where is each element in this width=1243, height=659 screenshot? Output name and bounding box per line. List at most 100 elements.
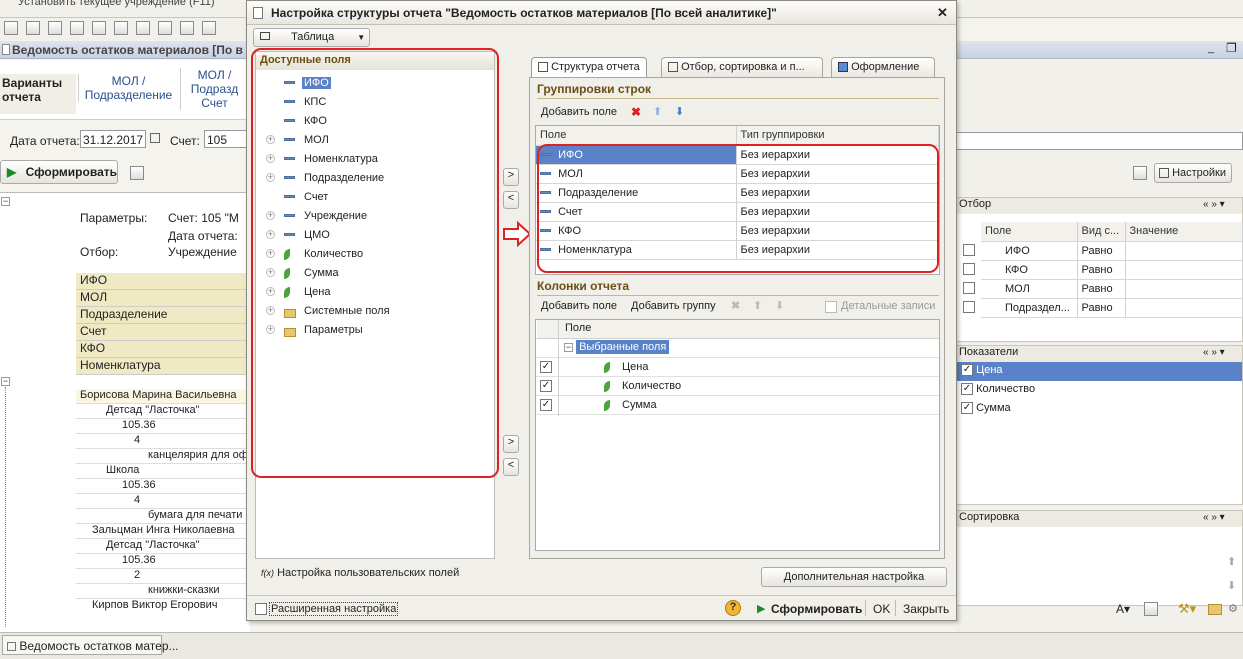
column-checkbox[interactable]: ✓	[540, 399, 552, 411]
filter-nav-icon[interactable]: « » ▾	[1203, 199, 1225, 210]
move-down-icon[interactable]: ⬇	[675, 105, 684, 118]
tab-mol-division-account[interactable]: МОЛ / Подразд Счет	[180, 68, 248, 110]
table-row[interactable]: КФО Равно	[981, 260, 1243, 280]
tools-icon[interactable]: ⚒▾	[1178, 601, 1196, 617]
delete-icon[interactable]: ✖	[631, 105, 641, 119]
move-down-icon[interactable]: ⬇	[775, 299, 784, 312]
toolbar-icon-3[interactable]	[48, 21, 62, 35]
move-left-columns-button[interactable]: <	[503, 458, 519, 476]
down-arrow-icon[interactable]: ⬇	[1227, 579, 1236, 592]
add-field-button[interactable]: Добавить поле	[541, 106, 617, 118]
indicators-panel: Показатели « » ▾ ✓ Цена ✓ Количество ✓ С…	[956, 345, 1243, 505]
filter-row-type: Равно	[1077, 298, 1126, 318]
help-icon[interactable]: ?	[725, 600, 741, 616]
toolbar-icon-2[interactable]	[26, 21, 40, 35]
filter-sort-icon	[668, 62, 678, 73]
expand-box[interactable]: −	[1, 377, 10, 386]
list-item[interactable]: ✓ Количество	[536, 377, 939, 396]
table-icon[interactable]	[1144, 602, 1158, 616]
custom-fields-link[interactable]: f(x) Настройка пользовательских полей	[261, 567, 459, 579]
footer-sep	[865, 600, 866, 616]
tab-mol-division[interactable]: МОЛ / Подразделение	[78, 74, 178, 102]
toolbar-icon-1[interactable]	[4, 21, 18, 35]
sort-nav-icon[interactable]: « » ▾	[1203, 512, 1225, 523]
detail-records-checkbox[interactable]	[825, 301, 837, 313]
tab-variants[interactable]: Варианты отчета	[0, 74, 76, 114]
column-checkbox[interactable]: ✓	[540, 361, 552, 373]
filter-checkbox[interactable]	[963, 263, 975, 275]
form-button[interactable]: Сформировать	[771, 602, 862, 616]
indicator-checkbox[interactable]: ✓	[961, 383, 973, 396]
move-left-button[interactable]: <	[503, 191, 519, 209]
up-arrow-icon[interactable]: ⬆	[1227, 555, 1236, 568]
table-row[interactable]: МОЛ Равно	[981, 279, 1243, 299]
collapse-icon[interactable]: −	[1, 197, 10, 206]
add-group-button[interactable]: Добавить группу	[631, 300, 716, 312]
list-item[interactable]: ✓ Количество	[957, 381, 1242, 400]
font-icon[interactable]: A▾	[1116, 602, 1130, 616]
tab-filter-sort[interactable]: Отбор, сортировка и п...	[661, 57, 823, 77]
tab-structure[interactable]: Структура отчета	[531, 57, 647, 78]
form-report-button[interactable]: ▶ Сформировать	[0, 160, 118, 184]
move-right-columns-button[interactable]: >	[503, 435, 519, 453]
collapse-icon[interactable]: −	[564, 342, 573, 352]
toolbar-icon-5[interactable]	[92, 21, 106, 35]
account-label: Счет:	[170, 134, 200, 148]
close-icon[interactable]: ✕	[937, 5, 948, 21]
date-field[interactable]: 31.12.2017	[80, 130, 146, 148]
toolbar-icon-8[interactable]	[158, 21, 172, 35]
delete-icon[interactable]: ✖	[731, 299, 740, 312]
structure-icon	[538, 62, 548, 73]
group-headers: ИФО МОЛ Подразделение Счет КФО Номенклат…	[76, 273, 250, 375]
row-groups-toolbar: Добавить поле ✖ ⬆ ⬇	[541, 105, 939, 123]
list-item[interactable]: ✓ Сумма	[957, 400, 1242, 419]
move-up-icon[interactable]: ⬆	[753, 299, 762, 312]
dialog-icon	[253, 7, 263, 19]
add-column-field-button[interactable]: Добавить поле	[541, 300, 617, 312]
filter-row-type: Равно	[1077, 279, 1126, 299]
account-field[interactable]: 105 "Ма	[204, 130, 250, 148]
minimize-icon[interactable]: _	[1208, 42, 1214, 54]
report-row: книжки-сказки	[76, 584, 250, 599]
selected-fields-label: Выбранные поля	[576, 340, 670, 354]
list-item[interactable]: ✓ Цена	[957, 362, 1242, 381]
tab-appearance[interactable]: Оформление	[831, 57, 935, 77]
filter-row-field: КФО	[981, 260, 1078, 280]
toolbar-icon-9[interactable]	[180, 21, 194, 35]
table-row[interactable]: Подраздел... Равно	[981, 298, 1243, 318]
gear-icon[interactable]: ⚙	[1228, 602, 1238, 615]
list-item[interactable]: − Выбранные поля	[536, 339, 939, 358]
restore-icon[interactable]: ❐	[1226, 41, 1237, 55]
column-checkbox[interactable]: ✓	[540, 380, 552, 392]
view-select[interactable]: Таблица ▼	[253, 28, 370, 47]
close-button[interactable]: Закрыть	[903, 602, 949, 616]
report-area: − Параметры: Счет: 105 "М Дата отчета: О…	[0, 192, 250, 632]
filter-checkbox[interactable]	[963, 282, 975, 294]
table-row[interactable]: ИФО Равно	[981, 241, 1243, 261]
right-panel: Настройки Отбор « » ▾ Поле Вид с... Значен…	[956, 60, 1243, 632]
ok-button[interactable]: OK	[873, 602, 890, 616]
table-view-icon[interactable]	[1133, 166, 1147, 180]
toolbar-icon-10[interactable]	[202, 21, 216, 35]
toolbar-icon-4[interactable]	[70, 21, 84, 35]
filter-checkbox[interactable]	[963, 301, 975, 313]
folder-icon[interactable]	[1208, 604, 1222, 615]
toolbar-icon-6[interactable]	[114, 21, 128, 35]
extra-settings-button[interactable]: Дополнительная настройка	[761, 567, 947, 587]
print-icon[interactable]	[130, 166, 144, 180]
taskbar-item[interactable]: Ведомость остатков матер...	[2, 635, 179, 655]
fx-icon: f(x)	[261, 568, 274, 578]
list-item[interactable]: ✓ Сумма	[536, 396, 939, 415]
move-up-icon[interactable]: ⬆	[653, 105, 662, 118]
filter-checkbox[interactable]	[963, 244, 975, 256]
indicator-checkbox[interactable]: ✓	[961, 402, 973, 415]
calendar-icon[interactable]	[150, 133, 160, 143]
indicators-nav-icon[interactable]: « » ▾	[1203, 347, 1225, 358]
list-item[interactable]: ✓ Цена	[536, 358, 939, 377]
extended-checkbox[interactable]	[255, 603, 267, 615]
settings-button[interactable]: Настройки	[1154, 163, 1232, 183]
extended-label[interactable]: Расширенная настройка	[269, 602, 399, 616]
move-right-button[interactable]: >	[503, 168, 519, 186]
toolbar-icon-7[interactable]	[136, 21, 150, 35]
indicator-checkbox[interactable]: ✓	[961, 364, 973, 377]
